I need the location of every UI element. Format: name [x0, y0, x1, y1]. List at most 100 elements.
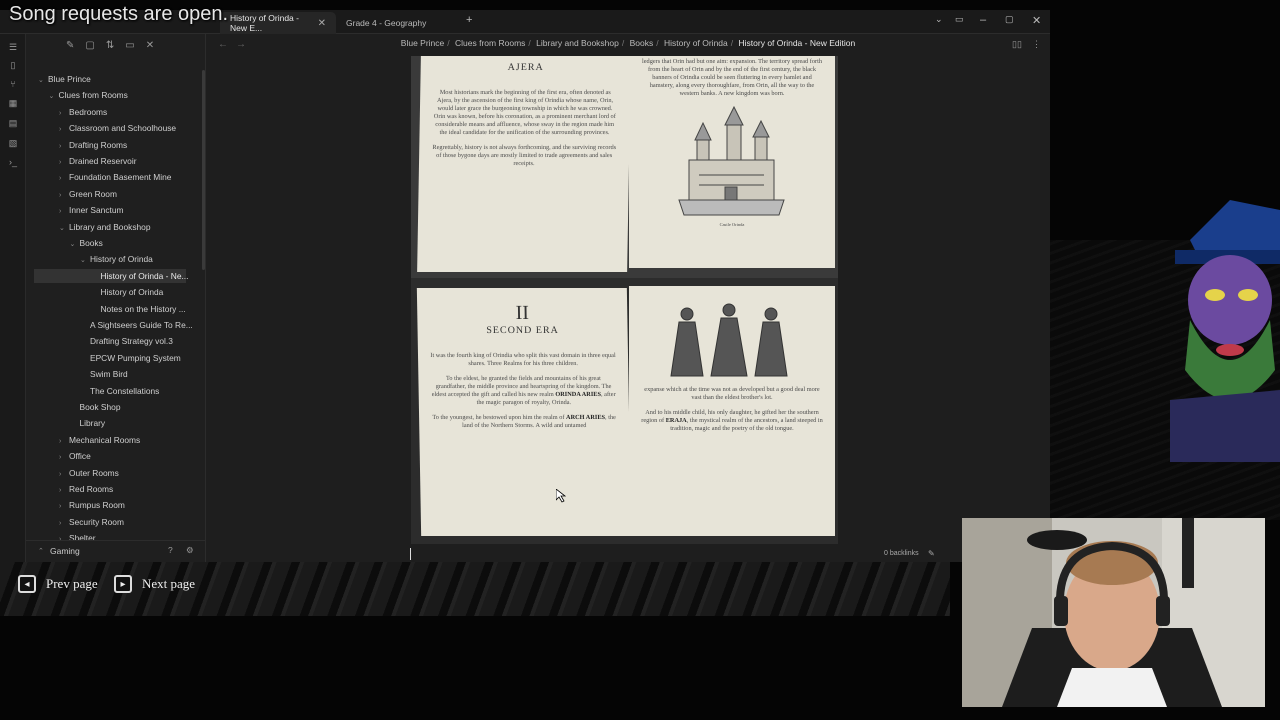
crumb-item[interactable]: Library and Bookshop: [536, 38, 619, 48]
vault-chevron-icon: ⌃: [38, 548, 44, 555]
vault-name: Gaming: [50, 546, 80, 556]
tree-file[interactable]: Book Shop: [70, 400, 121, 414]
file-icon[interactable]: ▯: [7, 60, 19, 72]
sidebar-scrollbar[interactable]: [202, 70, 205, 270]
book-screenshot: AJERA Most historians mark the beginning…: [411, 56, 838, 544]
next-page-control[interactable]: ▸ Next page: [114, 575, 195, 593]
tree-file[interactable]: Notes on the History ...: [91, 302, 186, 316]
reading-view-icon[interactable]: ▯▯: [1012, 39, 1022, 50]
tree-item-label: Books: [79, 238, 103, 248]
webcam-overlay: [962, 518, 1265, 707]
crumb-item[interactable]: Clues from Rooms: [455, 38, 525, 48]
tree-folder[interactable]: › Outer Rooms: [59, 466, 119, 480]
key-left-icon: ◂: [18, 575, 36, 593]
tree-folder[interactable]: › Drained Reservoir: [59, 154, 137, 168]
page-paragraph: To the youngest, he bestowed upon him th…: [432, 414, 616, 429]
backlinks-count[interactable]: 0 backlinks: [884, 550, 919, 557]
tree-file[interactable]: History of Orinda: [91, 285, 164, 299]
file-explorer-sidebar: ✎ ▢ ⇅ ▭ ✕ ⌄ Blue Prince ⌄ Clues from Rooms ›…: [26, 34, 206, 562]
maximize-icon[interactable]: ▢: [1005, 14, 1014, 25]
edit-pencil-icon[interactable]: ✎: [928, 549, 935, 558]
tree-file[interactable]: A Sightseers Guide To Re...: [80, 318, 193, 332]
minimize-icon[interactable]: –: [980, 14, 986, 26]
tree-folder[interactable]: › Red Rooms: [59, 482, 113, 496]
vault-switcher[interactable]: ⌃ Gaming ? ⚙: [26, 540, 206, 562]
tree-folder[interactable]: ⌄ History of Orinda: [80, 252, 153, 266]
tree-folder[interactable]: ⌄ Blue Prince: [38, 72, 91, 86]
sort-icon[interactable]: ⇅: [106, 40, 114, 51]
canvas-icon[interactable]: ▦: [7, 98, 19, 110]
editor-pane: ← → Blue Prince / Clues from Rooms / Libra…: [206, 34, 1050, 562]
tree-folder[interactable]: › Office: [59, 449, 91, 463]
tree-file[interactable]: The Constellations: [80, 384, 159, 398]
tree-item-label: Library and Bookshop: [69, 221, 151, 232]
tree-item-label: Swim Bird: [90, 369, 128, 380]
terminal-icon[interactable]: ›_: [7, 157, 19, 169]
realm-name: ARCH ARIES: [565, 414, 606, 421]
tree-folder[interactable]: › Inner Sanctum: [59, 203, 123, 217]
sidebar-toggle-icon[interactable]: ☰: [7, 42, 19, 54]
tree-folder[interactable]: › Foundation Basement Mine: [59, 170, 171, 184]
chevron-right-icon: ›: [59, 519, 62, 527]
chevron-right-icon: ›: [59, 175, 62, 183]
tree-folder[interactable]: ⌄ Library and Bookshop: [59, 220, 150, 234]
tree-item-label: History of Orinda - Ne...: [100, 270, 189, 281]
obsidian-window: History of Orinda - New E... ✕ Grade 4 -…: [0, 10, 1050, 562]
template-icon[interactable]: ▧: [7, 138, 19, 150]
tab-history-of-orinda[interactable]: History of Orinda - New E... ✕: [220, 12, 336, 34]
chevron-right-icon: ›: [59, 454, 62, 462]
tree-item-label: Red Rooms: [69, 484, 114, 494]
tree-item-label: Green Room: [69, 188, 117, 199]
tree-file[interactable]: Swim Bird: [80, 367, 128, 381]
tree-file[interactable]: Library: [70, 416, 106, 430]
more-options-icon[interactable]: ⋮: [1032, 39, 1041, 50]
tree-item-label: The Constellations: [90, 385, 160, 396]
tree-folder[interactable]: › Security Room: [59, 515, 124, 529]
tree-file[interactable]: History of Orinda - Ne...: [34, 268, 189, 283]
tree-item-label: Drafting Rooms: [69, 139, 128, 150]
page-paragraph: ledgers that Orin had but one aim: expan…: [642, 58, 822, 97]
graph-icon[interactable]: ⑂: [7, 79, 19, 91]
tree-folder[interactable]: ⌄ Books: [70, 236, 103, 250]
tree-file[interactable]: Drafting Strategy vol.3: [80, 334, 173, 348]
tree-item-label: Blue Prince: [48, 74, 91, 84]
sidebar-toggle-icon[interactable]: ▭: [955, 14, 964, 25]
help-icon[interactable]: ?: [168, 545, 173, 555]
collapse-all-icon[interactable]: ▭: [125, 40, 134, 51]
close-tab-icon[interactable]: ✕: [318, 18, 326, 29]
tab-grade-4-geography[interactable]: Grade 4 - Geography: [336, 12, 462, 34]
tree-item-label: Inner Sanctum: [69, 205, 124, 216]
close-window-icon[interactable]: ✕: [1032, 14, 1041, 27]
castle-illustration: [678, 105, 785, 216]
tree-folder[interactable]: › Classroom and Schoolhouse: [59, 121, 176, 135]
explorer-toolbar: ✎ ▢ ⇅ ▭ ✕: [66, 40, 154, 51]
tree-file[interactable]: EPCW Pumping System: [80, 351, 181, 365]
prev-page-control[interactable]: ◂ Prev page: [18, 575, 98, 593]
calendar-icon[interactable]: ▤: [7, 118, 19, 130]
mouse-pointer-icon: [556, 489, 566, 503]
chevron-down-icon: ⌄: [48, 93, 55, 101]
tree-folder[interactable]: › Drafting Rooms: [59, 138, 127, 152]
new-tab-icon[interactable]: +: [466, 14, 472, 26]
crumb-item[interactable]: Books: [630, 38, 654, 48]
tree-folder[interactable]: › Green Room: [59, 187, 117, 201]
new-folder-icon[interactable]: ▢: [85, 40, 94, 51]
tree-item-label: Rumpus Room: [69, 500, 125, 511]
chevron-down-icon: ⌄: [38, 77, 44, 84]
new-note-icon[interactable]: ✎: [66, 40, 74, 51]
chevron-right-icon: ›: [59, 437, 62, 445]
tab-list-chevron-icon[interactable]: ⌄: [935, 14, 943, 25]
chevron-right-icon: ›: [59, 126, 62, 134]
streamer-avatar-illustration: [1170, 200, 1280, 462]
tree-folder[interactable]: › Mechanical Rooms: [59, 433, 140, 447]
book-page-castle: ledgers that Orin had but one aim: expan…: [629, 56, 835, 268]
tree-folder[interactable]: › Bedrooms: [59, 105, 107, 119]
breadcrumb: Blue Prince / Clues from Rooms / Library a…: [400, 38, 856, 48]
close-icon[interactable]: ✕: [146, 40, 154, 51]
tree-folder[interactable]: › Rumpus Room: [59, 498, 125, 512]
tree-folder[interactable]: ⌄ Clues from Rooms: [49, 88, 128, 102]
crumb-item[interactable]: History of Orinda: [664, 38, 728, 48]
crumb-item[interactable]: Blue Prince: [401, 38, 444, 48]
tree-item-label: Library: [79, 418, 106, 429]
settings-gear-icon[interactable]: ⚙: [186, 545, 194, 556]
